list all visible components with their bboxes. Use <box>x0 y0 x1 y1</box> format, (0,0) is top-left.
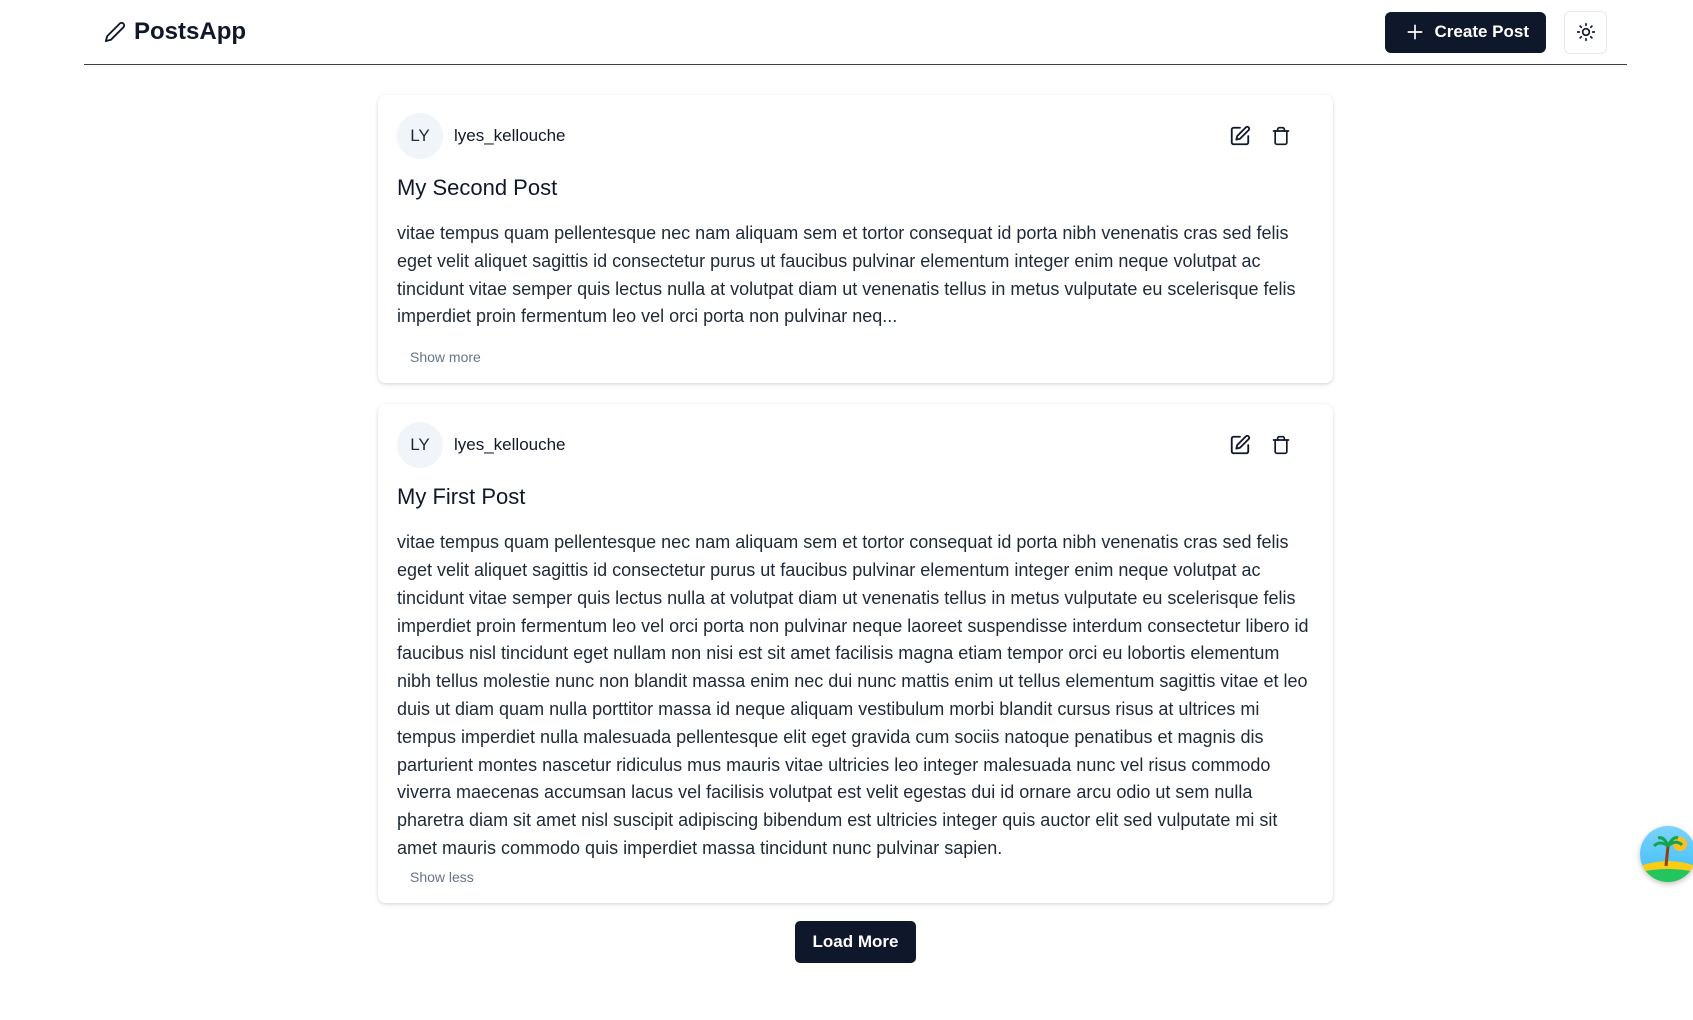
trash-icon <box>1271 125 1291 147</box>
post-title: My First Post <box>397 484 526 510</box>
sun-icon <box>1576 22 1596 42</box>
theme-toggle-button[interactable] <box>1564 10 1607 54</box>
post-body: vitae tempus quam pellentesque nec nam a… <box>397 532 1309 858</box>
trash-icon <box>1271 434 1291 456</box>
post-title: My Second Post <box>397 175 558 200</box>
edit-icon <box>1229 125 1251 147</box>
post-author: LY lyes_kellouche <box>397 112 566 159</box>
show-less-button[interactable]: Show less <box>410 869 474 885</box>
post-author: LY lyes_kellouche <box>397 421 566 468</box>
post-actions <box>1228 124 1293 148</box>
post-header: LY lyes_kellouche <box>397 421 1313 468</box>
island-avatar-icon[interactable] <box>1640 826 1693 882</box>
load-more-button[interactable]: Load More <box>794 920 917 963</box>
edit-post-button[interactable] <box>1228 433 1252 457</box>
create-post-label: Create Post <box>1434 22 1529 41</box>
delete-post-button[interactable] <box>1269 124 1293 148</box>
app-header: PostsApp Create Post <box>84 0 1627 65</box>
username: lyes_kellouche <box>454 125 566 145</box>
header-actions: Create Post <box>1384 10 1627 54</box>
posts-feed: LY lyes_kellouche My Second Post vitae t… <box>378 95 1333 963</box>
load-more-container: Load More <box>378 920 1333 963</box>
post-card: LY lyes_kellouche <box>378 404 1333 903</box>
edit-icon <box>1229 434 1251 456</box>
avatar: LY <box>397 112 443 159</box>
post-header: LY lyes_kellouche <box>397 112 1313 159</box>
app-title: PostsApp <box>134 18 247 45</box>
brand[interactable]: PostsApp <box>104 18 246 46</box>
post-card: LY lyes_kellouche <box>378 95 1333 384</box>
avatar: LY <box>397 421 443 468</box>
post-body: vitae tempus quam pellentesque nec nam a… <box>397 223 1296 327</box>
plus-icon <box>1405 22 1425 42</box>
pencil-icon <box>104 21 126 43</box>
show-more-button[interactable]: Show more <box>410 349 481 365</box>
post-actions <box>1228 433 1293 457</box>
delete-post-button[interactable] <box>1269 433 1293 457</box>
create-post-button[interactable]: Create Post <box>1384 11 1546 53</box>
edit-post-button[interactable] <box>1228 124 1252 148</box>
username: lyes_kellouche <box>454 434 566 454</box>
